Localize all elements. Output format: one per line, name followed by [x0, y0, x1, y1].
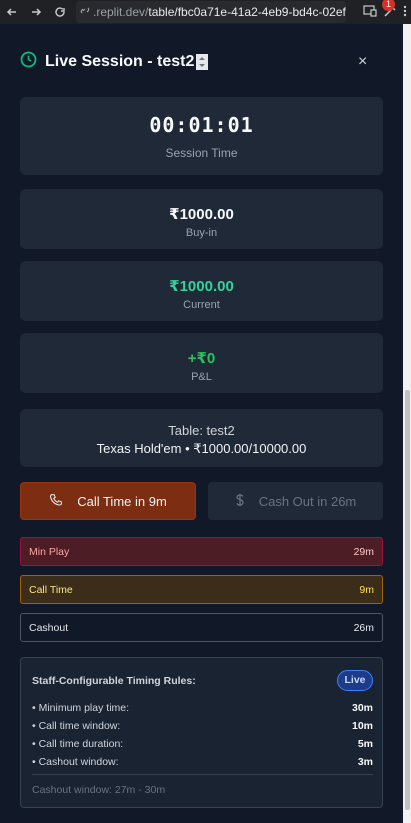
rule-row: • Cashout window: 3m — [32, 756, 373, 768]
clock-icon — [20, 51, 37, 73]
rule-label: • Minimum play time: — [32, 702, 130, 714]
session-timer: 00:01:01 — [149, 113, 254, 137]
modal-title: Live Session - test2 — [45, 53, 195, 70]
pnl-value: +₹0 — [187, 350, 216, 367]
timing-rules-panel: Staff-Configurable Timing Rules: Live • … — [20, 657, 383, 808]
reload-icon[interactable] — [48, 0, 72, 24]
rule-value: 3m — [357, 756, 373, 768]
min-play-timer: Min Play 29m — [20, 537, 383, 566]
cast-icon[interactable] — [363, 4, 377, 20]
rules-title: Staff-Configurable Timing Rules: — [32, 675, 196, 687]
pnl-label: P&L — [191, 371, 212, 383]
rule-value: 5m — [357, 738, 373, 750]
cashout-timer-value: 26m — [353, 621, 374, 634]
live-status-badge: Live — [337, 670, 373, 691]
site-info-icon[interactable] — [80, 5, 91, 19]
current-label: Current — [183, 299, 220, 311]
menu-icon[interactable] — [403, 5, 407, 20]
rules-divider — [32, 774, 373, 775]
buy-in-card: ₹1000.00 Buy-in — [20, 189, 383, 249]
call-time-timer-value: 9m — [359, 583, 374, 596]
rule-label: • Call time duration: — [32, 738, 124, 750]
url-prefix: .replit.dev/ — [93, 5, 149, 19]
cash-out-button[interactable]: Cash Out in 26m — [208, 482, 383, 520]
dollar-icon — [235, 493, 245, 510]
table-info-card: Table: test2 Texas Hold'em • ₹1000.00/10… — [20, 409, 383, 467]
back-icon[interactable] — [0, 0, 24, 24]
min-play-label: Min Play — [29, 545, 70, 558]
call-time-button[interactable]: Call Time in 9m — [20, 482, 196, 520]
rule-label: • Cashout window: — [32, 756, 119, 768]
call-time-timer: Call Time 9m — [20, 575, 383, 604]
buy-in-value: ₹1000.00 — [169, 206, 234, 223]
forward-icon[interactable] — [24, 0, 48, 24]
scrollbar-thumb[interactable] — [405, 390, 410, 810]
cashout-timer-label: Cashout — [29, 621, 69, 634]
cashout-timer: Cashout 26m — [20, 613, 383, 642]
close-button[interactable]: × — [358, 53, 367, 71]
min-play-value: 29m — [353, 545, 374, 558]
table-name: Table: test2 — [168, 423, 235, 438]
rule-value: 30m — [351, 702, 373, 714]
address-bar[interactable]: .replit.dev/table/fbc0a71e-41a2-4eb9-bd4… — [76, 1, 346, 23]
rule-value: 10m — [351, 720, 373, 732]
table-game-info: Texas Hold'em • ₹1000.00/10000.00 — [96, 441, 307, 456]
phone-icon — [49, 493, 63, 510]
pnl-card: +₹0 P&L — [20, 333, 383, 393]
current-value: ₹1000.00 — [169, 278, 234, 295]
spinner-icon — [196, 54, 209, 70]
rule-row: • Call time duration: 5m — [32, 738, 373, 750]
browser-toolbar: .replit.dev/table/fbc0a71e-41a2-4eb9-bd4… — [0, 0, 411, 24]
call-time-timer-label: Call Time — [29, 583, 73, 596]
rule-row: • Minimum play time: 30m — [32, 702, 373, 714]
cash-out-label: Cash Out in 26m — [258, 493, 357, 509]
rule-row: • Call time window: 10m — [32, 720, 373, 732]
session-time-label: Session Time — [165, 146, 238, 160]
current-card: ₹1000.00 Current — [20, 261, 383, 321]
session-time-card: 00:01:01 Session Time — [20, 97, 383, 175]
cashout-window-note: Cashout window: 27m - 30m — [32, 784, 166, 796]
modal-header: Live Session - test2 — [20, 50, 209, 74]
url-path: table/fbc0a71e-41a2-4eb9-bd4c-02ef6 — [148, 5, 346, 19]
buy-in-label: Buy-in — [185, 227, 218, 239]
call-time-label: Call Time in 9m — [77, 493, 167, 509]
rule-label: • Call time window: — [32, 720, 121, 732]
